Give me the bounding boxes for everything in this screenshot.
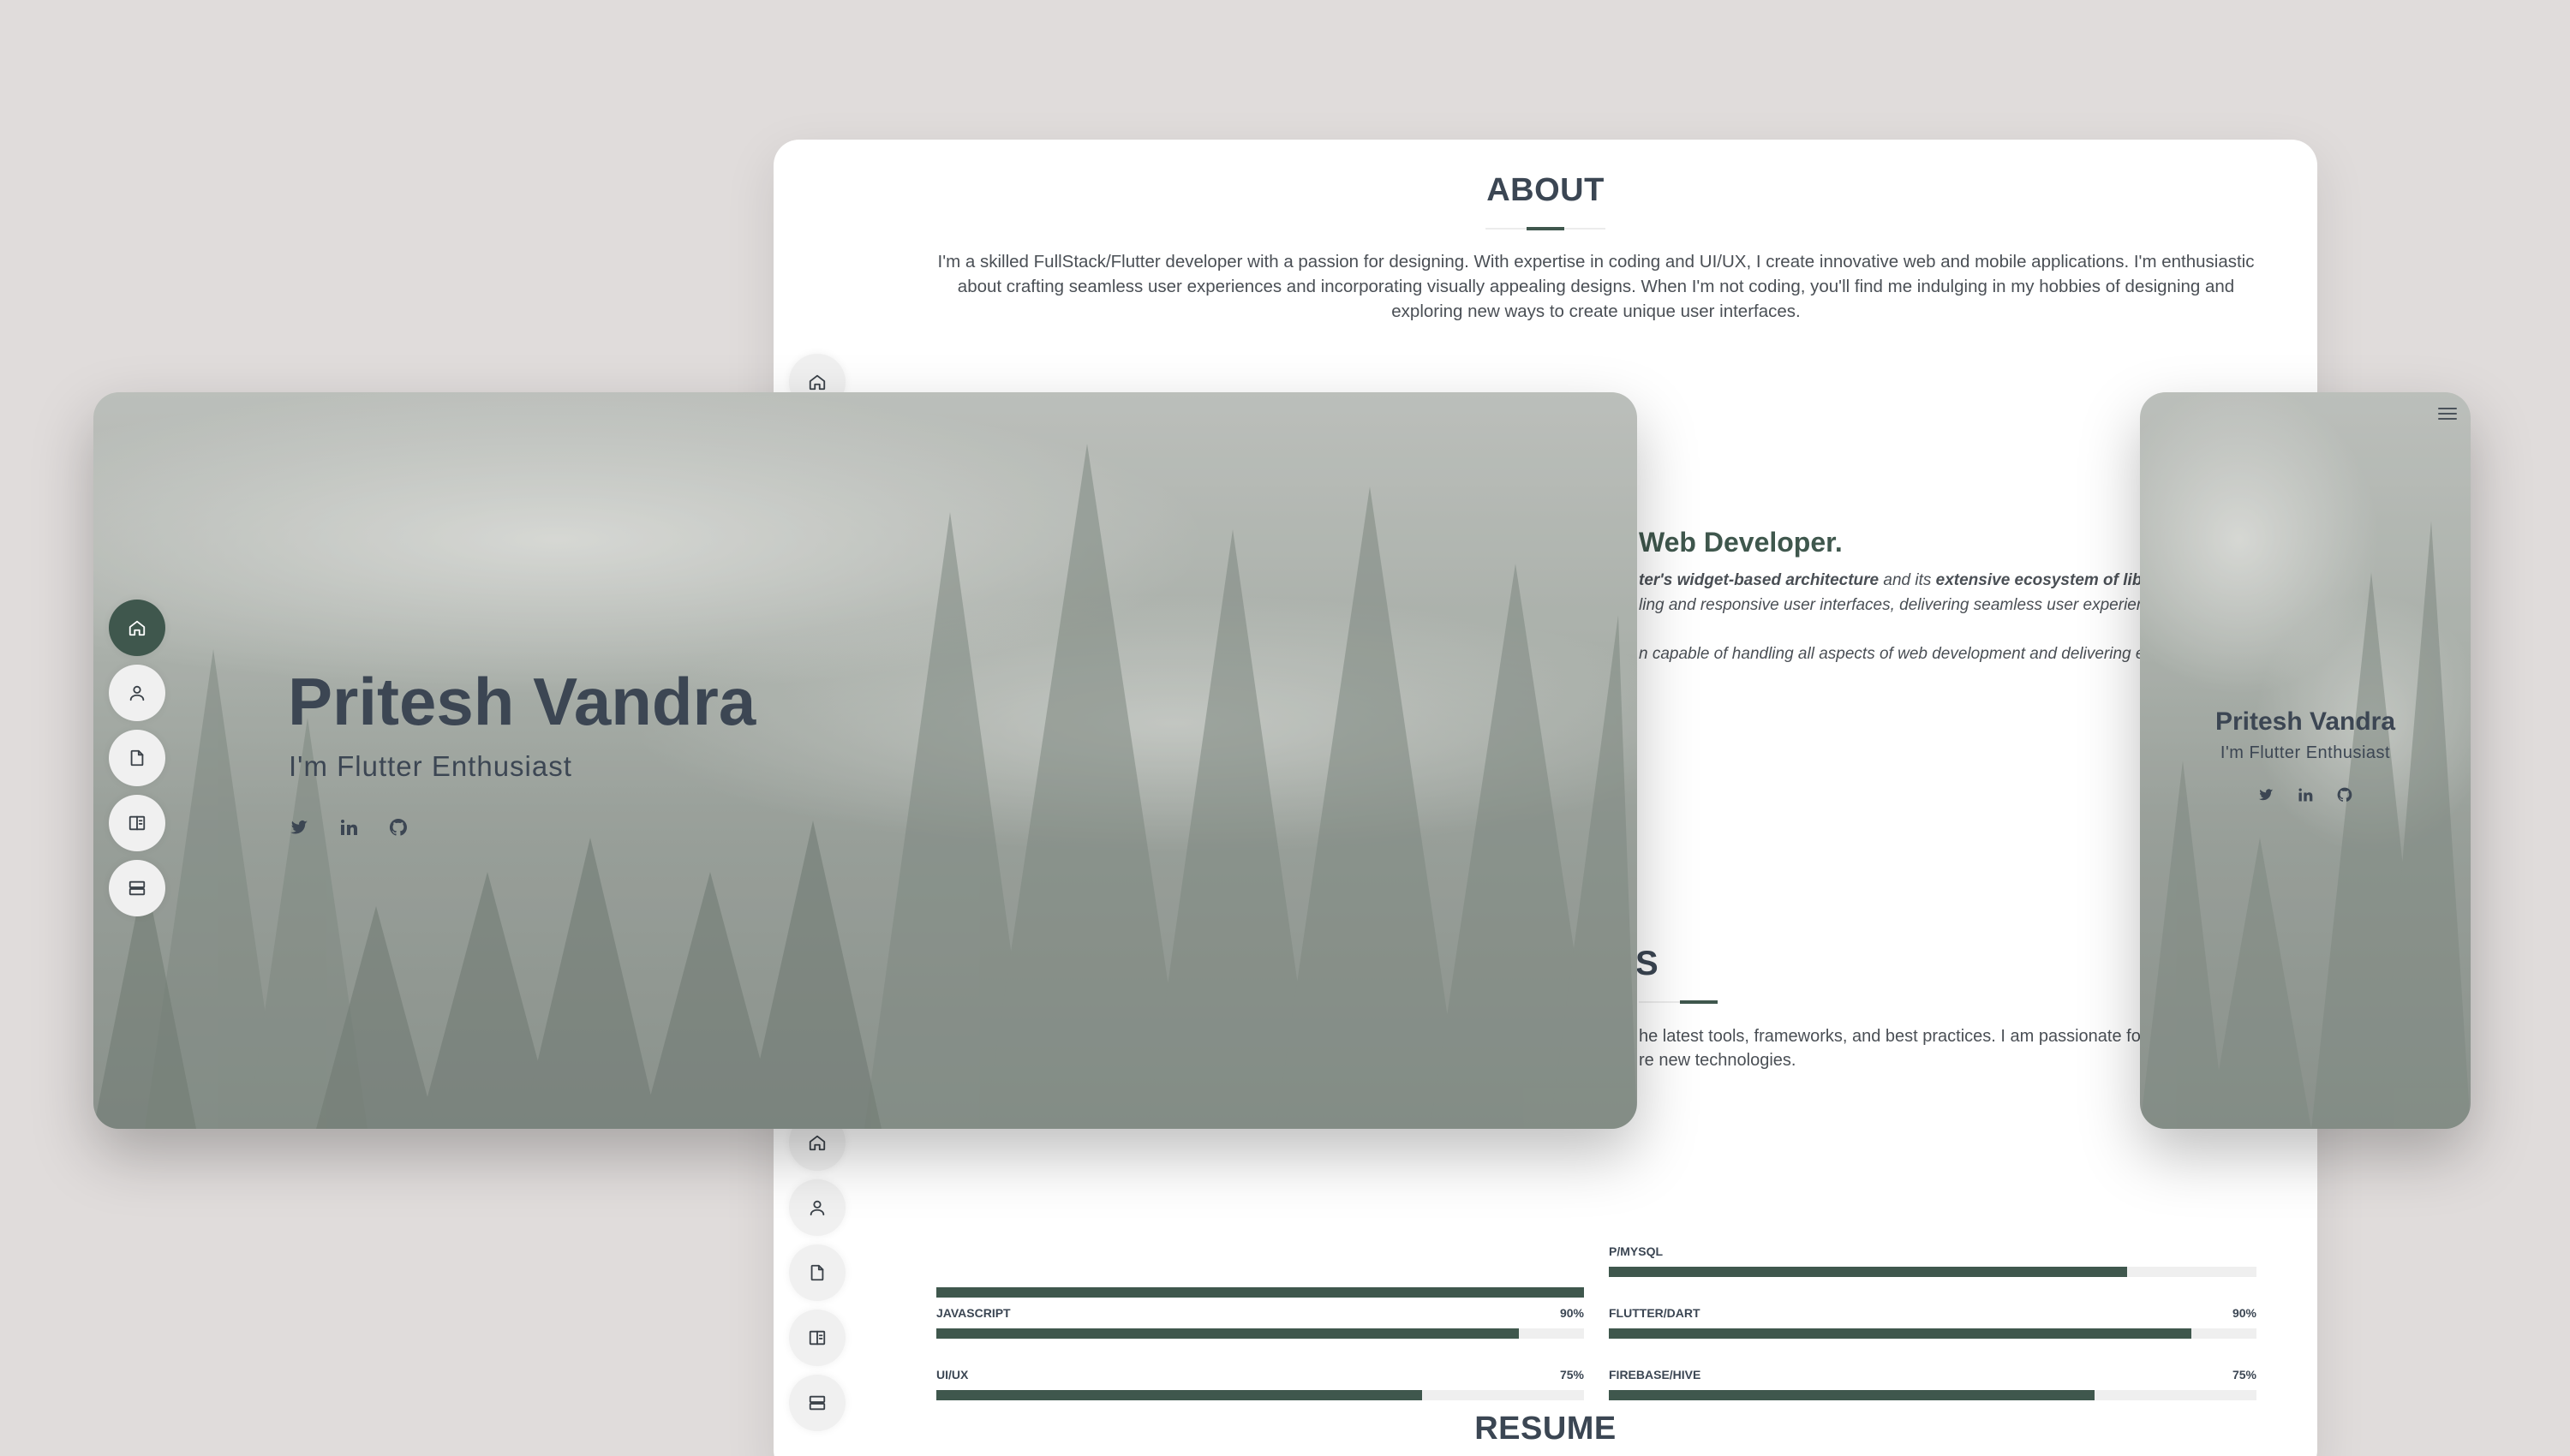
book-icon [128,815,146,831]
nav-about-button[interactable] [109,665,165,721]
nav-resume-button[interactable] [789,1244,846,1301]
skill-label: UI/UX [936,1368,969,1381]
nav-portfolio-button[interactable] [109,795,165,851]
skills-text-line-1: he latest tools, frameworks, and best pr… [1639,1027,2147,1046]
twitter-link[interactable] [2257,786,2274,808]
nav-portfolio-button[interactable] [789,1310,846,1366]
role-line-2: ling and responsive user interfaces, del… [1639,596,2154,614]
role-line-1: ter's widget-based architecture and its … [1639,571,2149,589]
file-icon [810,1264,824,1281]
side-nav [109,600,165,916]
home-icon [128,620,146,636]
about-title: ABOUT [1486,172,1605,208]
nav-resume-button[interactable] [109,730,165,786]
linkedin-icon [341,820,357,835]
skills-side-nav [789,1114,846,1431]
mobile-social-links [2140,786,2471,808]
server-icon [809,1395,826,1411]
skill-bar [936,1390,1584,1400]
linkedin-link[interactable] [338,817,359,842]
nav-services-button[interactable] [109,860,165,916]
role-line-3: n capable of handling all aspects of web… [1639,645,2145,663]
linkedin-icon [2298,788,2313,802]
twitter-icon [290,820,308,834]
hero-name: Pritesh Vandra [288,664,756,739]
skill-bar [1609,1328,2256,1339]
skill-label: FLUTTER/DART [1609,1306,1700,1320]
nav-home-button[interactable] [109,600,165,656]
skill-value: 90% [1559,1306,1584,1320]
github-icon [2337,787,2352,802]
skill-label: JAVASCRIPT [936,1306,1011,1320]
hero-tagline: I'm Flutter Enthusiast [289,750,572,782]
mobile-hero-tagline: I'm Flutter Enthusiast [2220,743,2391,762]
twitter-link[interactable] [289,817,309,842]
home-icon [809,1135,826,1151]
skill-bar [1609,1390,2256,1400]
book-icon [809,1330,826,1346]
github-link[interactable] [388,817,409,842]
skills-title-underline [1639,1000,1718,1004]
hero-mobile-preview: Pritesh Vandra I'm Flutter Enthusiast [2140,392,2471,1129]
file-icon [130,749,144,767]
skills-title: S [1635,945,1659,982]
home-icon [809,374,826,391]
about-text: I'm a skilled FullStack/Flutter develope… [937,252,2255,321]
skill-bar [936,1328,1584,1339]
skill-value: 75% [1559,1368,1584,1381]
social-links [289,817,409,842]
skill-value: 90% [2232,1306,2256,1320]
role-title: Web Developer. [1639,527,1843,558]
twitter-icon [2258,789,2274,801]
skills-text-line-2: re new technologies. [1639,1051,1796,1070]
server-icon [128,880,146,896]
github-icon [389,818,407,836]
user-icon [810,1200,825,1216]
linkedin-link[interactable] [2297,786,2314,808]
skill-value: 75% [2232,1368,2256,1381]
about-title-underline [1485,227,1605,230]
mobile-hero-name: Pritesh Vandra [2214,707,2396,736]
hamburger-icon[interactable] [2438,406,2457,421]
github-link[interactable] [2336,786,2353,808]
resume-title: RESUME [1474,1411,1617,1447]
skill-label: FIREBASE/HIVE [1609,1368,1701,1381]
nav-about-button[interactable] [789,1179,846,1236]
user-icon [129,685,145,701]
hero-desktop-preview: Pritesh Vandra I'm Flutter Enthusiast [93,392,1637,1129]
